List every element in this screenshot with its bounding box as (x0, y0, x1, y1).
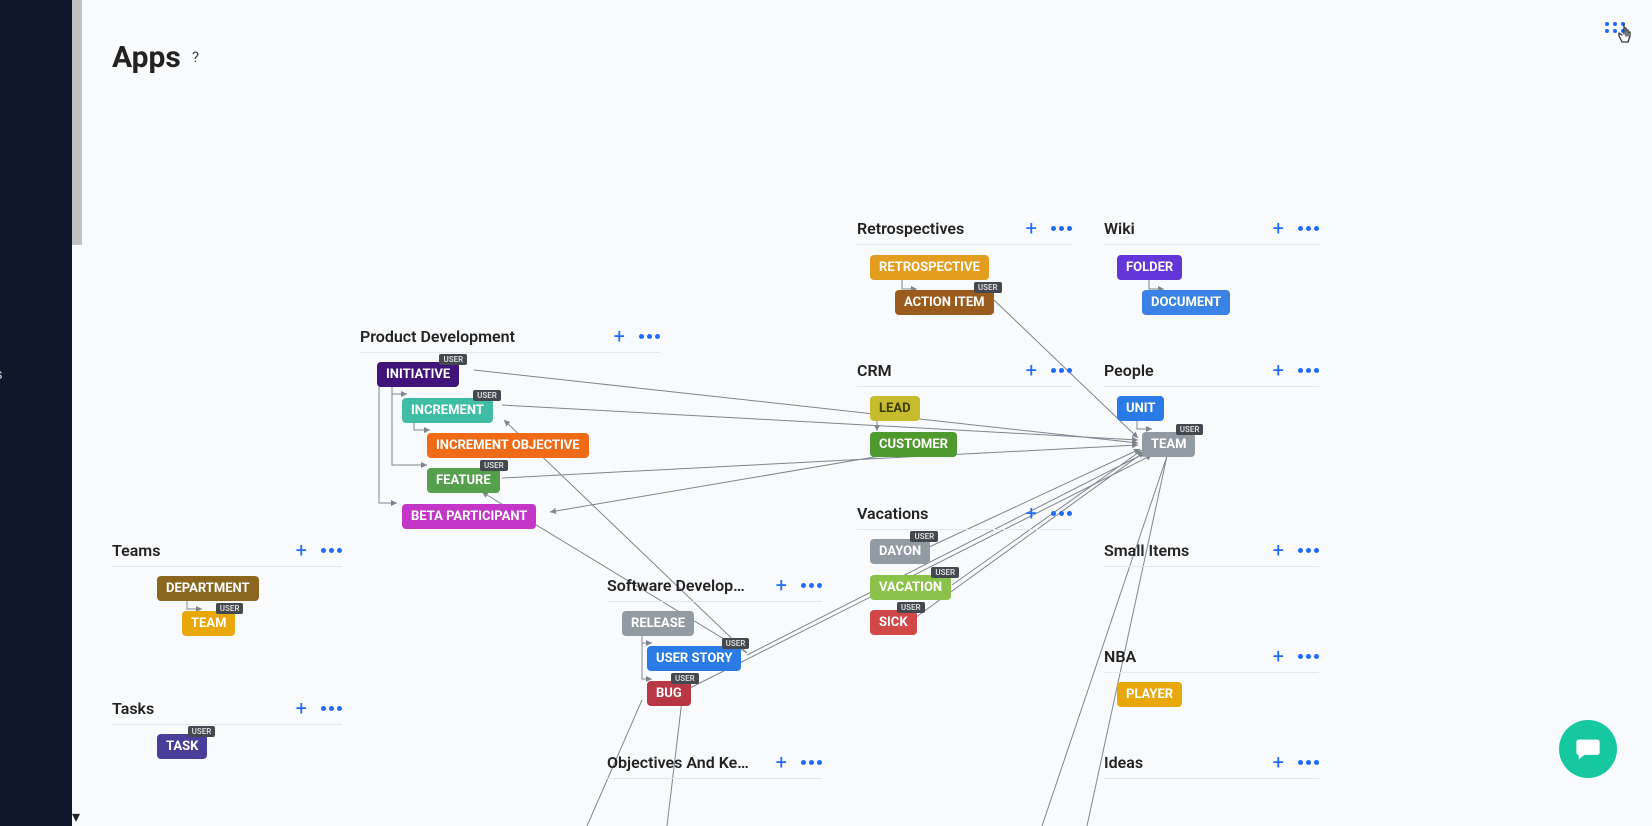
group-title[interactable]: Wiki (1104, 219, 1273, 238)
group-title[interactable]: Vacations (857, 504, 1026, 523)
user-tag: USER (671, 673, 699, 684)
add-button[interactable]: + (296, 540, 307, 560)
chip-user-story[interactable]: USER STORYUSER (647, 646, 741, 671)
group-ideas: Ideas + (1104, 752, 1319, 779)
chip-feature[interactable]: FEATUREUSER (427, 468, 500, 493)
add-button[interactable]: + (1026, 218, 1037, 238)
add-button[interactable]: + (776, 752, 787, 772)
more-button[interactable] (1298, 368, 1319, 373)
more-button[interactable] (801, 583, 822, 588)
add-button[interactable]: + (1026, 503, 1037, 523)
chip-initiative[interactable]: INITIATIVEUSER (377, 362, 459, 387)
page-title: Apps (112, 40, 181, 75)
user-tag: USER (897, 602, 925, 613)
chip-team[interactable]: TEAMUSER (182, 611, 235, 636)
chip-beta-participant[interactable]: BETA PARTICIPANT (402, 504, 536, 529)
group-wiki: Wiki + (1104, 218, 1319, 245)
group-product-development: Product Development + (360, 326, 660, 353)
add-button[interactable]: + (1273, 646, 1284, 666)
user-tag: USER (188, 726, 216, 737)
group-retrospectives: Retrospectives + (857, 218, 1072, 245)
group-software-development: Software Develop… + (607, 575, 822, 602)
group-okr: Objectives And Ke… + (607, 752, 822, 779)
add-button[interactable]: + (1273, 218, 1284, 238)
chip-task[interactable]: TASKUSER (157, 734, 207, 759)
group-title[interactable]: CRM (857, 361, 1026, 380)
group-title[interactable]: Tasks (112, 699, 296, 718)
more-button[interactable] (1298, 654, 1319, 659)
chip-release[interactable]: RELEASE (622, 611, 694, 636)
user-tag: USER (480, 460, 508, 471)
more-button[interactable] (1051, 511, 1072, 516)
group-people: People + (1104, 360, 1319, 387)
sidebar: ts (0, 0, 72, 826)
chip-folder[interactable]: FOLDER (1117, 255, 1182, 280)
chip-increment[interactable]: INCREMENTUSER (402, 398, 493, 423)
chip-dayon[interactable]: DAYONUSER (870, 539, 930, 564)
more-button[interactable] (639, 334, 660, 339)
canvas[interactable]: Apps ? (82, 0, 1652, 826)
chevron-down-icon[interactable]: ▾ (72, 807, 80, 826)
group-title[interactable]: Retrospectives (857, 219, 1026, 238)
user-tag: USER (931, 567, 959, 578)
help-icon[interactable]: ? (192, 48, 199, 66)
group-title[interactable]: Ideas (1104, 753, 1273, 772)
sidebar-item-partial[interactable]: ts (0, 365, 3, 383)
chip-customer[interactable]: CUSTOMER (870, 432, 957, 457)
add-button[interactable]: + (1273, 540, 1284, 560)
chip-vacation[interactable]: VACATIONUSER (870, 575, 951, 600)
chip-retrospective[interactable]: RETROSPECTIVE (870, 255, 989, 280)
user-tag: USER (910, 531, 938, 542)
group-tasks: Tasks + (112, 698, 342, 725)
chip-action-item[interactable]: ACTION ITEMUSER (895, 290, 994, 315)
user-tag: USER (1176, 424, 1204, 435)
group-title[interactable]: Small Items (1104, 541, 1273, 560)
chat-fab[interactable] (1559, 720, 1617, 778)
more-button[interactable] (801, 760, 822, 765)
add-button[interactable]: + (1273, 360, 1284, 380)
group-title[interactable]: Product Development (360, 327, 614, 346)
more-button[interactable] (1051, 368, 1072, 373)
chip-unit[interactable]: UNIT (1117, 396, 1164, 421)
user-tag: USER (722, 638, 750, 649)
add-button[interactable]: + (614, 326, 625, 346)
group-title[interactable]: People (1104, 361, 1273, 380)
group-teams: Teams + (112, 540, 342, 567)
chip-bug[interactable]: BUGUSER (647, 681, 691, 706)
chip-lead[interactable]: LEAD (870, 396, 920, 421)
user-tag: USER (473, 390, 501, 401)
group-crm: CRM + (857, 360, 1072, 387)
cursor-hand-icon (1616, 22, 1638, 53)
more-button[interactable] (321, 548, 342, 553)
group-title[interactable]: Teams (112, 541, 296, 560)
group-vacations: Vacations + (857, 503, 1072, 530)
group-small-items: Small Items + (1104, 540, 1319, 567)
user-tag: USER (439, 354, 467, 365)
more-button[interactable] (1298, 760, 1319, 765)
group-title[interactable]: Objectives And Ke… (607, 753, 776, 772)
more-button[interactable] (1298, 548, 1319, 553)
group-title[interactable]: Software Develop… (607, 576, 776, 595)
add-button[interactable]: + (1273, 752, 1284, 772)
user-tag: USER (216, 603, 244, 614)
chip-team[interactable]: TEAMUSER (1142, 432, 1195, 457)
more-button[interactable] (1051, 226, 1072, 231)
chip-department[interactable]: DEPARTMENT (157, 576, 259, 601)
add-button[interactable]: + (1026, 360, 1037, 380)
more-button[interactable] (1298, 226, 1319, 231)
more-button[interactable] (321, 706, 342, 711)
chip-increment-objective[interactable]: INCREMENT OBJECTIVE (427, 433, 589, 458)
chip-sick[interactable]: SICKUSER (870, 610, 917, 635)
sidebar-scrollbar[interactable] (72, 0, 82, 245)
user-tag: USER (974, 282, 1002, 293)
chip-document[interactable]: DOCUMENT (1142, 290, 1230, 315)
add-button[interactable]: + (296, 698, 307, 718)
group-nba: NBA + (1104, 646, 1319, 673)
chip-player[interactable]: PLAYER (1117, 682, 1182, 707)
add-button[interactable]: + (776, 575, 787, 595)
group-title[interactable]: NBA (1104, 647, 1273, 666)
